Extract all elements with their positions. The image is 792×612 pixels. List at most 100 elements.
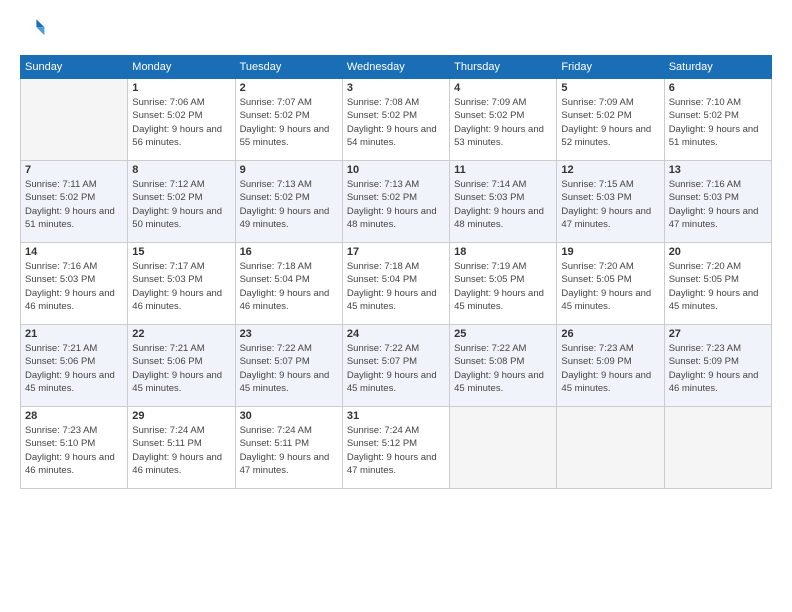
calendar-cell: 15 Sunrise: 7:17 AMSunset: 5:03 PMDayligh… — [128, 243, 235, 325]
day-info: Sunrise: 7:21 AMSunset: 5:06 PMDaylight:… — [25, 342, 123, 395]
day-number: 25 — [454, 328, 552, 340]
day-number: 31 — [347, 410, 445, 422]
day-number: 18 — [454, 246, 552, 258]
calendar-cell: 26 Sunrise: 7:23 AMSunset: 5:09 PMDayligh… — [557, 325, 664, 407]
calendar-cell: 30 Sunrise: 7:24 AMSunset: 5:11 PMDayligh… — [235, 407, 342, 489]
logo-icon — [22, 16, 46, 40]
day-info: Sunrise: 7:09 AMSunset: 5:02 PMDaylight:… — [454, 96, 552, 149]
day-info: Sunrise: 7:13 AMSunset: 5:02 PMDaylight:… — [347, 178, 445, 231]
day-number: 24 — [347, 328, 445, 340]
day-number: 10 — [347, 164, 445, 176]
day-info: Sunrise: 7:24 AMSunset: 5:11 PMDaylight:… — [240, 424, 338, 477]
calendar-cell: 29 Sunrise: 7:24 AMSunset: 5:11 PMDayligh… — [128, 407, 235, 489]
calendar-cell: 21Sunrise: 7:21 AMSunset: 5:06 PMDayligh… — [21, 325, 128, 407]
day-number: 29 — [132, 410, 230, 422]
day-info: Sunrise: 7:24 AMSunset: 5:12 PMDaylight:… — [347, 424, 445, 477]
day-number: 27 — [669, 328, 767, 340]
day-number: 16 — [240, 246, 338, 258]
day-info: Sunrise: 7:18 AMSunset: 5:04 PMDaylight:… — [240, 260, 338, 313]
day-number: 13 — [669, 164, 767, 176]
calendar-cell: 25Sunrise: 7:22 AMSunset: 5:08 PMDayligh… — [450, 325, 557, 407]
day-number: 1 — [132, 82, 230, 94]
day-info: Sunrise: 7:23 AMSunset: 5:10 PMDaylight:… — [25, 424, 123, 477]
day-info: Sunrise: 7:18 AMSunset: 5:04 PMDaylight:… — [347, 260, 445, 313]
day-number: 15 — [132, 246, 230, 258]
day-info: Sunrise: 7:22 AMSunset: 5:07 PMDaylight:… — [347, 342, 445, 395]
day-number: 30 — [240, 410, 338, 422]
calendar-cell: 3Sunrise: 7:08 AMSunset: 5:02 PMDaylight… — [342, 79, 449, 161]
day-number: 4 — [454, 82, 552, 94]
calendar-cell: 5Sunrise: 7:09 AMSunset: 5:02 PMDaylight… — [557, 79, 664, 161]
day-number: 2 — [240, 82, 338, 94]
calendar-cell: 14 Sunrise: 7:16 AMSunset: 5:03 PMDayligh… — [21, 243, 128, 325]
day-info: Sunrise: 7:09 AMSunset: 5:02 PMDaylight:… — [561, 96, 659, 149]
calendar-header-row: SundayMondayTuesdayWednesdayThursdayFrid… — [21, 56, 772, 79]
calendar-week-3: 14 Sunrise: 7:16 AMSunset: 5:03 PMDayligh… — [21, 243, 772, 325]
calendar-cell: 10 Sunrise: 7:13 AMSunset: 5:02 PMDayligh… — [342, 161, 449, 243]
day-info: Sunrise: 7:10 AMSunset: 5:02 PMDaylight:… — [669, 96, 767, 149]
col-header-thursday: Thursday — [450, 56, 557, 79]
calendar-week-2: 7 Sunrise: 7:11 AMSunset: 5:02 PMDaylight… — [21, 161, 772, 243]
col-header-friday: Friday — [557, 56, 664, 79]
day-info: Sunrise: 7:06 AMSunset: 5:02 PMDaylight:… — [132, 96, 230, 149]
day-number: 14 — [25, 246, 123, 258]
calendar-cell: 7 Sunrise: 7:11 AMSunset: 5:02 PMDaylight… — [21, 161, 128, 243]
day-number: 12 — [561, 164, 659, 176]
calendar-cell: 27 Sunrise: 7:23 AMSunset: 5:09 PMDayligh… — [664, 325, 771, 407]
day-info: Sunrise: 7:16 AMSunset: 5:03 PMDaylight:… — [25, 260, 123, 313]
day-number: 8 — [132, 164, 230, 176]
calendar-cell: 24 Sunrise: 7:22 AMSunset: 5:07 PMDayligh… — [342, 325, 449, 407]
calendar-cell: 4 Sunrise: 7:09 AMSunset: 5:02 PMDaylight… — [450, 79, 557, 161]
day-number: 19 — [561, 246, 659, 258]
col-header-wednesday: Wednesday — [342, 56, 449, 79]
calendar-week-1: 1 Sunrise: 7:06 AMSunset: 5:02 PMDaylight… — [21, 79, 772, 161]
day-info: Sunrise: 7:24 AMSunset: 5:11 PMDaylight:… — [132, 424, 230, 477]
day-info: Sunrise: 7:17 AMSunset: 5:03 PMDaylight:… — [132, 260, 230, 313]
day-info: Sunrise: 7:21 AMSunset: 5:06 PMDaylight:… — [132, 342, 230, 395]
calendar-cell: 9Sunrise: 7:13 AMSunset: 5:02 PMDaylight… — [235, 161, 342, 243]
calendar-cell: 31 Sunrise: 7:24 AMSunset: 5:12 PMDayligh… — [342, 407, 449, 489]
day-number: 11 — [454, 164, 552, 176]
calendar-cell: 13Sunrise: 7:16 AMSunset: 5:03 PMDayligh… — [664, 161, 771, 243]
col-header-saturday: Saturday — [664, 56, 771, 79]
calendar-table: SundayMondayTuesdayWednesdayThursdayFrid… — [20, 55, 772, 489]
calendar-cell: 12 Sunrise: 7:15 AMSunset: 5:03 PMDayligh… — [557, 161, 664, 243]
day-info: Sunrise: 7:19 AMSunset: 5:05 PMDaylight:… — [454, 260, 552, 313]
col-header-sunday: Sunday — [21, 56, 128, 79]
calendar-cell: 22 Sunrise: 7:21 AMSunset: 5:06 PMDayligh… — [128, 325, 235, 407]
day-info: Sunrise: 7:15 AMSunset: 5:03 PMDaylight:… — [561, 178, 659, 231]
calendar-cell: 19 Sunrise: 7:20 AMSunset: 5:05 PMDayligh… — [557, 243, 664, 325]
calendar-cell: 17 Sunrise: 7:18 AMSunset: 5:04 PMDayligh… — [342, 243, 449, 325]
calendar-week-5: 28Sunrise: 7:23 AMSunset: 5:10 PMDayligh… — [21, 407, 772, 489]
day-info: Sunrise: 7:11 AMSunset: 5:02 PMDaylight:… — [25, 178, 123, 231]
calendar-cell — [21, 79, 128, 161]
day-info: Sunrise: 7:14 AMSunset: 5:03 PMDaylight:… — [454, 178, 552, 231]
day-number: 23 — [240, 328, 338, 340]
calendar-cell: 23Sunrise: 7:22 AMSunset: 5:07 PMDayligh… — [235, 325, 342, 407]
calendar-cell: 16 Sunrise: 7:18 AMSunset: 5:04 PMDayligh… — [235, 243, 342, 325]
calendar-week-4: 21Sunrise: 7:21 AMSunset: 5:06 PMDayligh… — [21, 325, 772, 407]
day-number: 17 — [347, 246, 445, 258]
calendar-cell: 6 Sunrise: 7:10 AMSunset: 5:02 PMDaylight… — [664, 79, 771, 161]
day-info: Sunrise: 7:12 AMSunset: 5:02 PMDaylight:… — [132, 178, 230, 231]
day-number: 26 — [561, 328, 659, 340]
col-header-tuesday: Tuesday — [235, 56, 342, 79]
day-info: Sunrise: 7:23 AMSunset: 5:09 PMDaylight:… — [561, 342, 659, 395]
day-info: Sunrise: 7:20 AMSunset: 5:05 PMDaylight:… — [669, 260, 767, 313]
day-number: 6 — [669, 82, 767, 94]
calendar-cell: 18 Sunrise: 7:19 AMSunset: 5:05 PMDayligh… — [450, 243, 557, 325]
day-number: 20 — [669, 246, 767, 258]
day-number: 3 — [347, 82, 445, 94]
header — [20, 16, 772, 45]
calendar-cell — [664, 407, 771, 489]
day-info: Sunrise: 7:20 AMSunset: 5:05 PMDaylight:… — [561, 260, 659, 313]
page: SundayMondayTuesdayWednesdayThursdayFrid… — [0, 0, 792, 612]
calendar-cell — [557, 407, 664, 489]
logo — [20, 16, 46, 45]
calendar-cell: 11 Sunrise: 7:14 AMSunset: 5:03 PMDayligh… — [450, 161, 557, 243]
calendar-cell — [450, 407, 557, 489]
day-number: 22 — [132, 328, 230, 340]
day-info: Sunrise: 7:23 AMSunset: 5:09 PMDaylight:… — [669, 342, 767, 395]
calendar-cell: 8 Sunrise: 7:12 AMSunset: 5:02 PMDaylight… — [128, 161, 235, 243]
day-number: 7 — [25, 164, 123, 176]
